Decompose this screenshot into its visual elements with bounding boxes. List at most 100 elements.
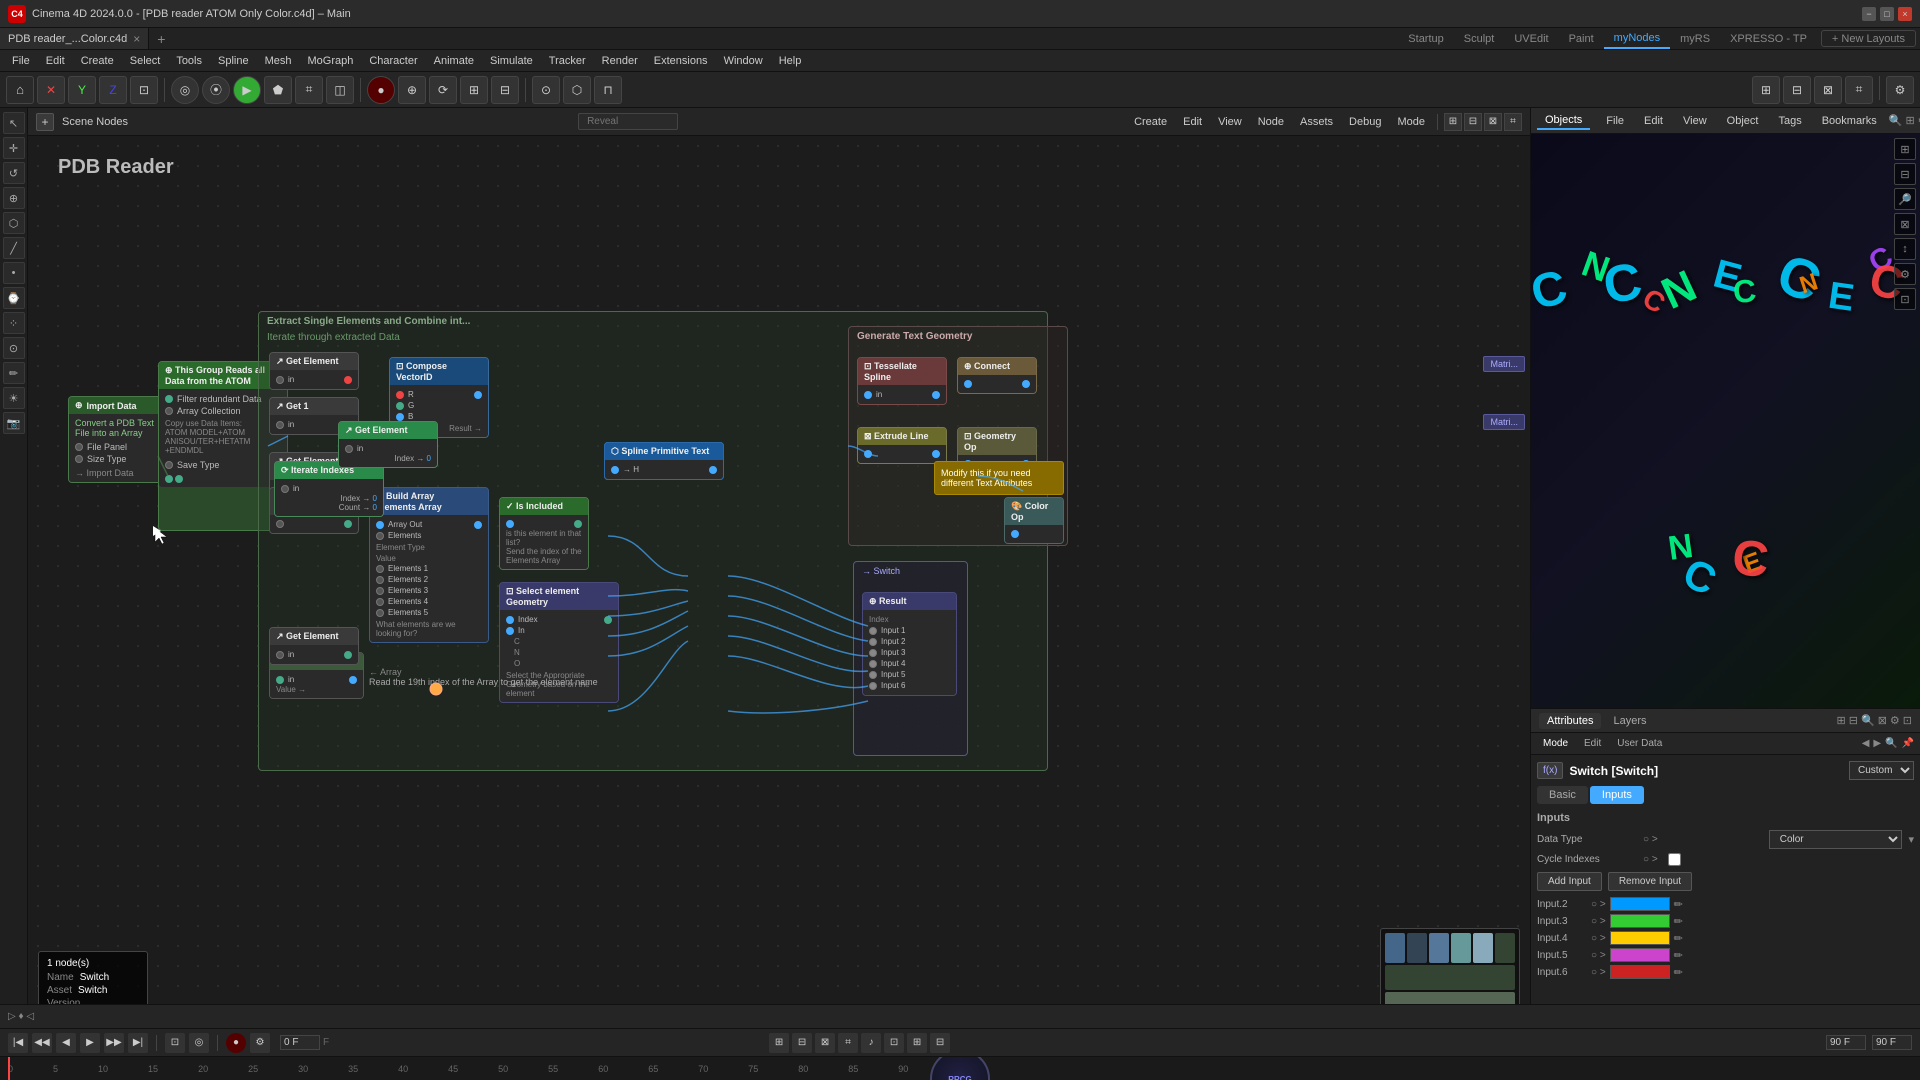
tool-brush[interactable]: ✏ (3, 362, 25, 384)
node-menu-assets[interactable]: Assets (1294, 114, 1339, 130)
attr-attributes-tab[interactable]: Attributes (1539, 713, 1601, 729)
obj-tags-tab[interactable]: Tags (1770, 113, 1809, 129)
menu-character[interactable]: Character (361, 53, 425, 69)
tool-snap[interactable]: ⊡ (130, 76, 158, 104)
tool-z[interactable]: Z (99, 76, 127, 104)
tool-view1[interactable]: ⊞ (1752, 76, 1780, 104)
tl-fps[interactable]: ◎ (189, 1033, 209, 1053)
node-btn1[interactable]: ⊞ (1444, 113, 1462, 131)
tl-go-start[interactable]: |◀ (8, 1033, 28, 1053)
menu-edit[interactable]: Edit (38, 53, 73, 69)
obj-object-tab[interactable]: Object (1719, 113, 1767, 129)
attr-btn5[interactable]: ⚙ (1890, 714, 1900, 727)
obj-search-btn[interactable]: 🔍 (1889, 114, 1903, 127)
tool-scale2[interactable]: ⊕ (3, 187, 25, 209)
tool-poly[interactable]: ⬡ (3, 212, 25, 234)
menu-tracker[interactable]: Tracker (541, 53, 594, 69)
menu-render[interactable]: Render (594, 53, 646, 69)
menu-select[interactable]: Select (122, 53, 169, 69)
tool-rotate[interactable]: ↺ (3, 162, 25, 184)
tool-more1[interactable]: ⬡ (563, 76, 591, 104)
tl-icon4[interactable]: ⌗ (838, 1033, 858, 1053)
tab-sculpt[interactable]: Sculpt (1454, 28, 1505, 49)
tool-sculpt2[interactable]: ⊙ (3, 337, 25, 359)
tool-y[interactable]: Y (68, 76, 96, 104)
input4-edit-icon[interactable]: ✏ (1674, 932, 1683, 945)
tab-uvedit[interactable]: UVEdit (1504, 28, 1558, 49)
tl-next-frame[interactable]: ▶▶ (104, 1033, 124, 1053)
tool-move[interactable]: ✛ (3, 137, 25, 159)
obj-file-tab[interactable]: File (1598, 113, 1632, 129)
attr-btn2[interactable]: ⊟ (1849, 714, 1858, 727)
menu-animate[interactable]: Animate (426, 53, 482, 69)
tool-region[interactable]: ⦿ (202, 76, 230, 104)
tab-startup[interactable]: Startup (1398, 28, 1453, 49)
data-type-select[interactable]: Color (1769, 830, 1903, 849)
colorop-node[interactable]: 🎨 Color Op (1004, 497, 1064, 544)
tool-record[interactable]: ● (367, 76, 395, 104)
input2-color-swatch[interactable] (1610, 897, 1670, 911)
viewport-3d[interactable]: C N C C N E C C N E C C N C E C ⊞ ⊟ (1531, 134, 1920, 708)
attr-layers-tab[interactable]: Layers (1605, 713, 1654, 729)
input4-color-swatch[interactable] (1610, 931, 1670, 945)
tool-select[interactable]: ↖ (3, 112, 25, 134)
tl-prev-key[interactable]: ◀◀ (32, 1033, 52, 1053)
tool-lasso[interactable]: ◫ (326, 76, 354, 104)
tl-icon6[interactable]: ⊡ (884, 1033, 904, 1053)
data-type-dropdown-arrow[interactable]: ▾ (1908, 833, 1914, 846)
spline-prim-6[interactable]: ⬡ Spline Primitive Text → H (604, 442, 724, 480)
current-frame-input[interactable] (280, 1035, 320, 1050)
iterate-indexes-node[interactable]: ⟳ Iterate Indexes in Index → 0 Count → 0 (274, 461, 384, 517)
file-tab-close[interactable]: × (133, 32, 140, 46)
tl-prev-frame[interactable]: ◀ (56, 1033, 76, 1053)
add-input-button[interactable]: Add Input (1537, 872, 1602, 891)
tl-icon5[interactable]: ♪ (861, 1033, 881, 1053)
tool-anim[interactable]: ⌚ (3, 287, 25, 309)
tool-fps[interactable]: ⊙ (532, 76, 560, 104)
tab-new-layouts[interactable]: + New Layouts (1821, 30, 1916, 47)
tool-cam[interactable]: 📷 (3, 412, 25, 434)
tl-icon2[interactable]: ⊟ (792, 1033, 812, 1053)
get-element2-node[interactable]: ↗ Get Element in (269, 627, 359, 665)
tab-mynodes[interactable]: myNodes (1604, 28, 1670, 49)
attr-pin-btn[interactable]: 📌 (1902, 738, 1914, 749)
menu-file[interactable]: File (4, 53, 38, 69)
input6-color-swatch[interactable] (1610, 965, 1670, 979)
mode-btn[interactable]: Mode (1537, 737, 1574, 750)
menu-help[interactable]: Help (771, 53, 810, 69)
tool-view4[interactable]: ⌗ (1845, 76, 1873, 104)
tool-x[interactable]: ✕ (37, 76, 65, 104)
obj-view-tab[interactable]: View (1675, 113, 1715, 129)
tessellate-node[interactable]: ⊡ Tessellate Spline in (857, 357, 947, 405)
attr-btn4[interactable]: ⊠ (1878, 714, 1887, 727)
remove-input-button[interactable]: Remove Input (1608, 872, 1692, 891)
tool-edge[interactable]: ╱ (3, 237, 25, 259)
input3-edit-icon[interactable]: ✏ (1674, 915, 1683, 928)
tool-view3[interactable]: ⊠ (1814, 76, 1842, 104)
attr-custom-select[interactable]: Custom (1849, 761, 1914, 780)
end-frame-input-1[interactable] (1826, 1035, 1866, 1050)
viewport-icon-3[interactable]: 🔎 (1894, 188, 1916, 210)
tool-render[interactable]: ◎ (171, 76, 199, 104)
viewport-icon-2[interactable]: ⊟ (1894, 163, 1916, 185)
tool-view2[interactable]: ⊟ (1783, 76, 1811, 104)
viewport-icon-5[interactable]: ↕ (1894, 238, 1916, 260)
menu-window[interactable]: Window (716, 53, 771, 69)
playhead[interactable] (8, 1057, 10, 1080)
node-menu-node[interactable]: Node (1252, 114, 1290, 130)
tool-light[interactable]: ☀ (3, 387, 25, 409)
minimize-button[interactable]: − (1862, 7, 1876, 21)
tool-scale[interactable]: ⊞ (460, 76, 488, 104)
menu-mograph[interactable]: MoGraph (299, 53, 361, 69)
tl-go-end[interactable]: ▶| (128, 1033, 148, 1053)
obj-edit-tab[interactable]: Edit (1636, 113, 1671, 129)
tool-pos[interactable]: ⊕ (398, 76, 426, 104)
file-tab[interactable]: PDB reader_...Color.c4d × (0, 28, 149, 49)
node-menu-debug[interactable]: Debug (1343, 114, 1387, 130)
tool-align[interactable]: ⊟ (491, 76, 519, 104)
end-frame-input-2[interactable] (1872, 1035, 1912, 1050)
get-element-iter[interactable]: ↗ Get Element in Index → 0 (338, 421, 438, 468)
node-canvas[interactable]: PDB Reader Matri... Matri... ⊕ Import Da… (28, 136, 1530, 1028)
attr-btn1[interactable]: ⊞ (1837, 714, 1846, 727)
node-add-btn[interactable]: + (36, 113, 54, 131)
